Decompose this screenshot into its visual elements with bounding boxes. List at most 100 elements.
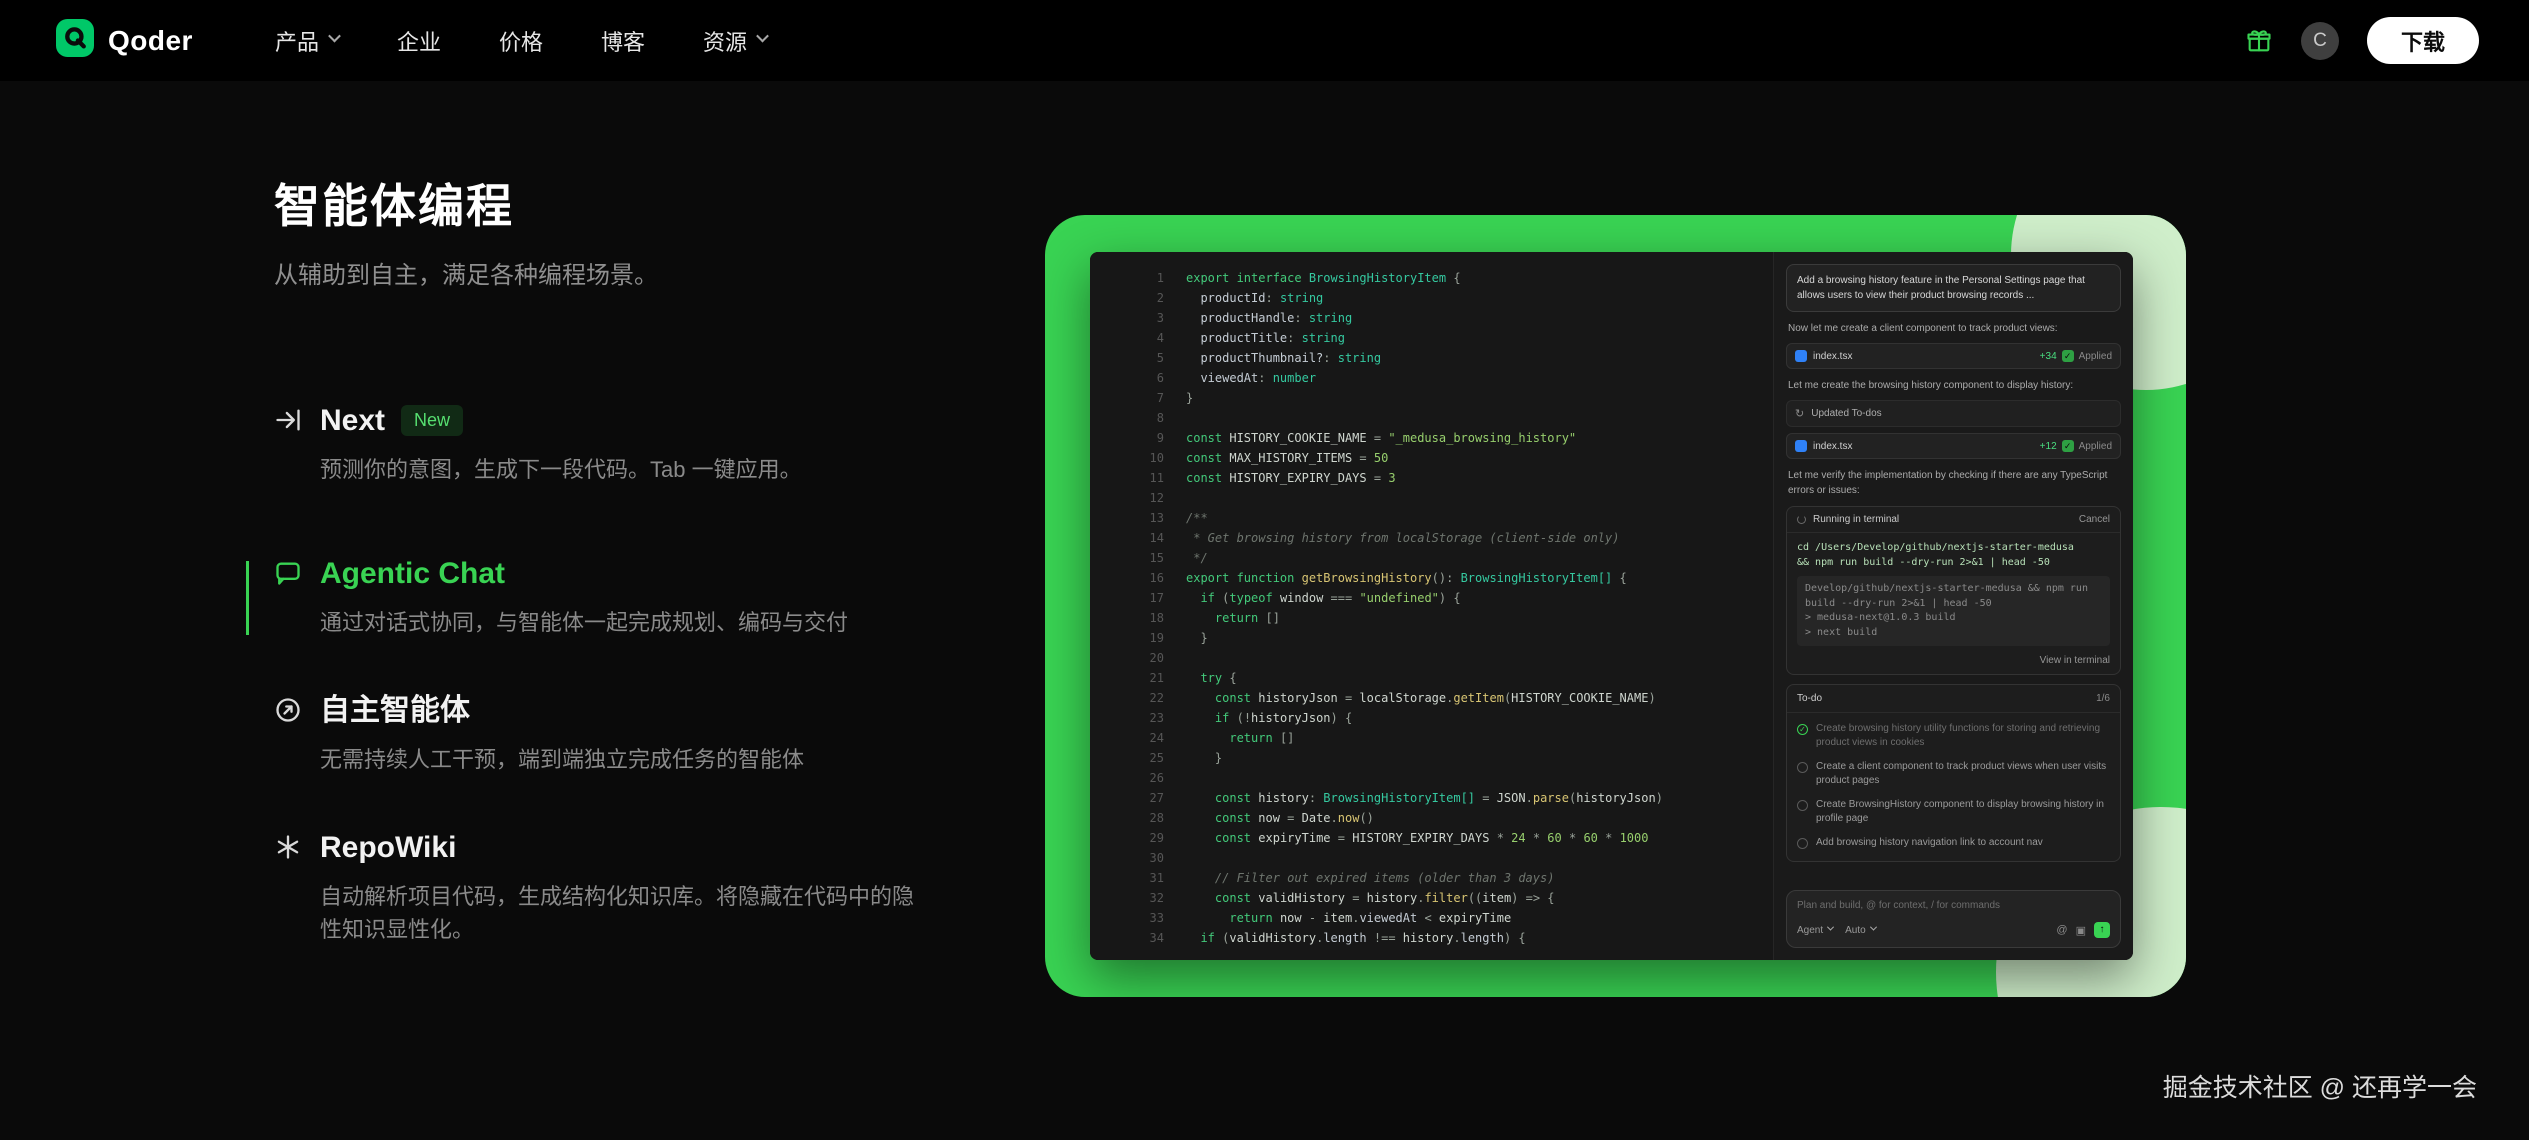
code-line: 20 — [1114, 648, 1773, 668]
line-number: 34 — [1114, 928, 1164, 948]
todo-list: ✓ Create browsing history utility functio… — [1787, 713, 2120, 861]
file-chip-2: index.tsx +12 ✓ Applied — [1786, 433, 2121, 459]
feature-item-agentic-chat[interactable]: Agentic Chat通过对话式协同，与智能体一起完成规划、编码与交付 — [274, 556, 934, 639]
gift-icon[interactable] — [2245, 27, 2273, 55]
line-number: 10 — [1114, 448, 1164, 468]
terminal-card: Running in terminal Cancel cd /Users/Dev… — [1786, 506, 2121, 675]
code-line: 19 } — [1114, 628, 1773, 648]
line-number: 17 — [1114, 588, 1164, 608]
feature-item-autonomous-agent[interactable]: 自主智能体无需持续人工干预，端到端独立完成任务的智能体 — [274, 693, 934, 776]
agent-mode-label: Agent — [1797, 925, 1823, 936]
line-number: 15 — [1114, 548, 1164, 568]
at-icon: @ — [2056, 924, 2067, 936]
terminal-command: cd /Users/Develop/github/nextjs-starter-… — [1797, 541, 2110, 570]
model-label: Auto — [1845, 925, 1866, 936]
todo-item: Add browsing history navigation link to … — [1787, 831, 2120, 855]
line-number: 20 — [1114, 648, 1164, 668]
todo-progress: 1/6 — [2096, 693, 2110, 704]
page-title: 智能体编程 — [274, 180, 934, 233]
code-line: 10const MAX_HISTORY_ITEMS = 50 — [1114, 448, 1773, 468]
file-name: index.tsx — [1813, 441, 1852, 452]
todo-card: To-do 1/6 ✓Create browsing history utili… — [1786, 684, 2121, 862]
code-line: 24 return [] — [1114, 728, 1773, 748]
line-number: 13 — [1114, 508, 1164, 528]
code-line: 27 const history: BrowsingHistoryItem[] … — [1114, 788, 1773, 808]
line-number: 11 — [1114, 468, 1164, 488]
code-line: 1export interface BrowsingHistoryItem { — [1114, 268, 1773, 288]
nav-item-label: 价格 — [499, 25, 543, 57]
line-number: 31 — [1114, 868, 1164, 888]
chevron-down-icon — [1827, 924, 1834, 931]
nav-item-label: 企业 — [397, 25, 441, 57]
updated-todos-label: Updated To-dos — [1811, 408, 1881, 419]
line-number: 30 — [1114, 848, 1164, 868]
line-number: 26 — [1114, 768, 1164, 788]
line-number: 32 — [1114, 888, 1164, 908]
avatar[interactable]: C — [2301, 22, 2339, 60]
nav-item-4[interactable]: 博客 — [601, 25, 645, 57]
code-line: 6 viewedAt: number — [1114, 368, 1773, 388]
line-number: 33 — [1114, 908, 1164, 928]
line-number: 25 — [1114, 748, 1164, 768]
send-button: ↑ — [2094, 922, 2110, 938]
tsx-file-icon — [1795, 350, 1807, 362]
agent-mode-select: Agent — [1797, 925, 1833, 936]
nav-item-label: 博客 — [601, 25, 645, 57]
feature-item-repowiki[interactable]: RepoWiki自动解析项目代码，生成结构化知识库。将隐藏在代码中的隐性知识显性… — [274, 830, 934, 946]
line-number: 21 — [1114, 668, 1164, 688]
code-line: 25 } — [1114, 748, 1773, 768]
line-number: 1 — [1114, 268, 1164, 288]
nav-right: C 下载 — [2245, 17, 2479, 64]
code-line: 9const HISTORY_COOKIE_NAME = "_medusa_br… — [1114, 428, 1773, 448]
tsx-file-icon — [1795, 440, 1807, 452]
nav-item-label: 资源 — [703, 25, 747, 57]
qoder-logo[interactable]: Qoder — [56, 19, 193, 62]
feature-item-next[interactable]: NextNew预测你的意图，生成下一段代码。Tab 一键应用。 — [274, 403, 934, 486]
line-number: 3 — [1114, 308, 1164, 328]
todo-text: Create a client component to track produ… — [1816, 760, 2110, 788]
code-line: 32 const validHistory = history.filter((… — [1114, 888, 1773, 908]
hero-section: 智能体编程 从辅助到自主，满足各种编程场景。 NextNew预测你的意图，生成下… — [274, 180, 934, 1000]
nav-item-1[interactable]: 产品 — [275, 25, 339, 57]
watermark: 掘金技术社区 @ 还再学一会 — [2163, 1068, 2477, 1104]
todo-checkbox: ✓ — [1797, 724, 1808, 735]
line-number: 7 — [1114, 388, 1164, 408]
code-line: 26 — [1114, 768, 1773, 788]
code-line: 18 return [] — [1114, 608, 1773, 628]
nav-item-5[interactable]: 资源 — [703, 25, 767, 57]
feature-description: 自动解析项目代码，生成结构化知识库。将隐藏在代码中的隐性知识显性化。 — [320, 880, 920, 946]
line-number: 27 — [1114, 788, 1164, 808]
code-line: 13/** — [1114, 508, 1773, 528]
line-number: 12 — [1114, 488, 1164, 508]
view-in-terminal-link: View in terminal — [1787, 650, 2120, 674]
nav-item-2[interactable]: 企业 — [397, 25, 441, 57]
line-number: 23 — [1114, 708, 1164, 728]
line-number: 29 — [1114, 828, 1164, 848]
line-number: 18 — [1114, 608, 1164, 628]
line-number: 14 — [1114, 528, 1164, 548]
chat-input-placeholder: Plan and build, @ for context, / for com… — [1797, 900, 2110, 911]
model-select: Auto — [1845, 925, 1876, 936]
assistant-message-3: Let me verify the implementation by chec… — [1788, 468, 2119, 498]
todo-text: Add browsing history navigation link to … — [1816, 836, 2043, 850]
feature-title: Next — [320, 403, 385, 439]
nav-item-3[interactable]: 价格 — [499, 25, 543, 57]
line-number: 6 — [1114, 368, 1164, 388]
page-subtitle: 从辅助到自主，满足各种编程场景。 — [274, 261, 934, 291]
file-chip-1: index.tsx +34 ✓ Applied — [1786, 343, 2121, 369]
feature-title: Agentic Chat — [320, 556, 505, 592]
applied-check-icon: ✓ — [2062, 440, 2074, 452]
download-button[interactable]: 下载 — [2367, 17, 2479, 64]
applied-check-icon: ✓ — [2062, 350, 2074, 362]
line-number: 9 — [1114, 428, 1164, 448]
file-status: Applied — [2079, 441, 2112, 452]
showcase-panel: 1export interface BrowsingHistoryItem { 2… — [1045, 215, 2186, 997]
code-line: 11const HISTORY_EXPIRY_DAYS = 3 — [1114, 468, 1773, 488]
image-icon: ▣ — [2076, 924, 2086, 937]
todo-checkbox — [1797, 838, 1808, 849]
refresh-icon: ↻ — [1795, 407, 1804, 420]
todo-checkbox — [1797, 800, 1808, 811]
diff-additions: +34 — [2040, 351, 2057, 362]
feature-description: 无需持续人工干预，端到端独立完成任务的智能体 — [320, 743, 920, 776]
todo-text: Create browsing history utility function… — [1816, 722, 2110, 750]
